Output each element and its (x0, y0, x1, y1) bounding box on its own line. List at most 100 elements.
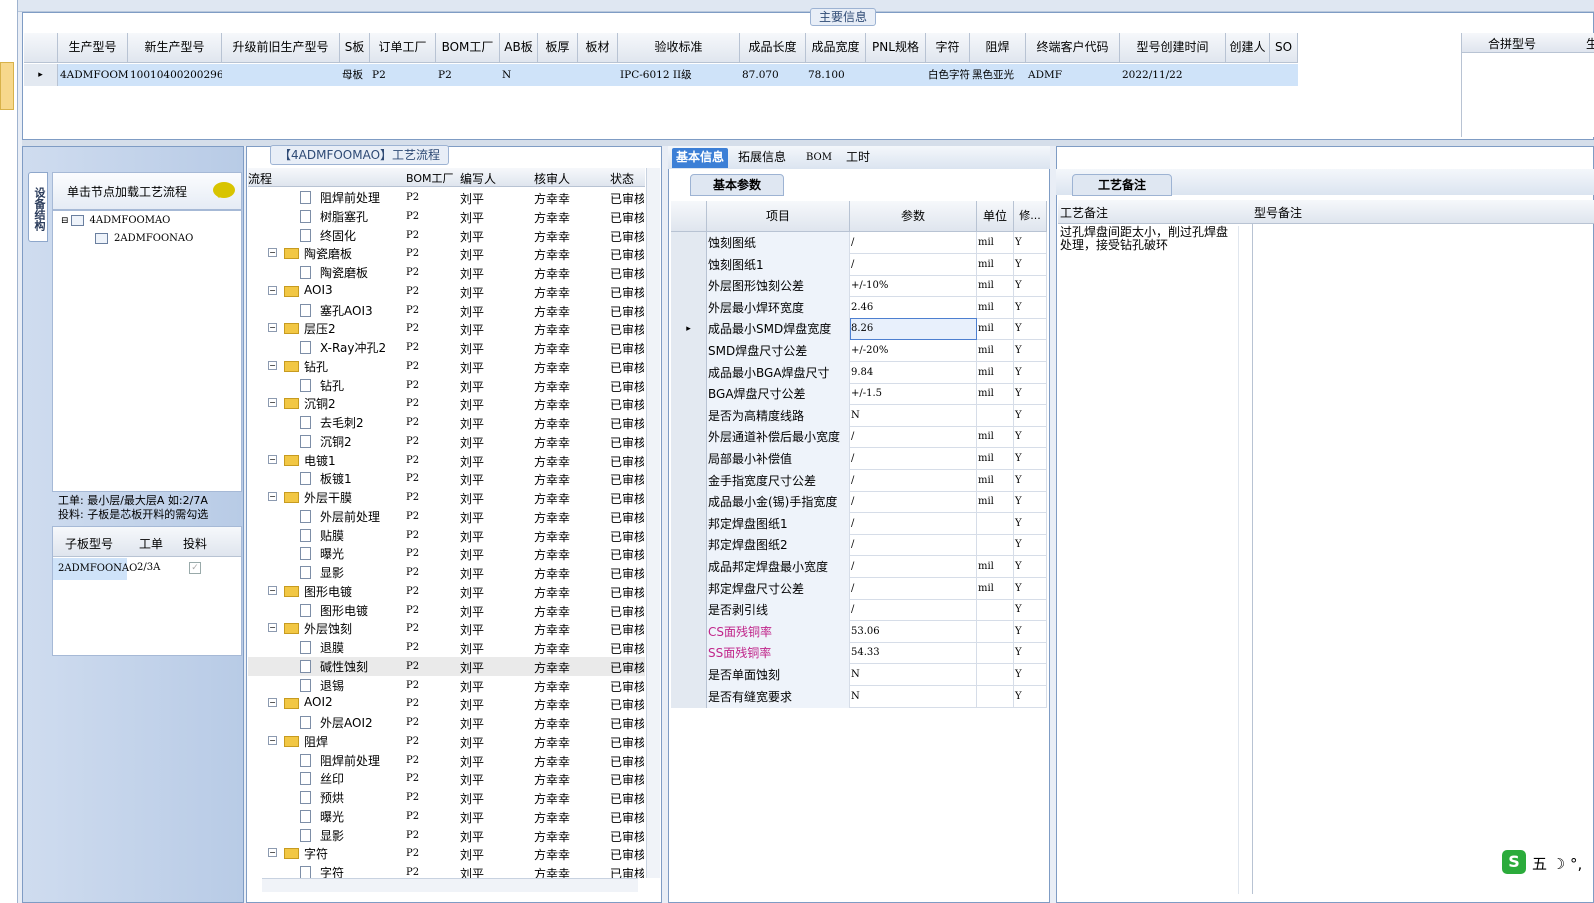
col-header-9[interactable]: 验收标准 (618, 33, 740, 63)
flow-row[interactable]: 外层前处理 P2 刘平 方幸幸 已审核 (248, 507, 645, 526)
param-row[interactable]: 蚀刻图纸1/mil Y (671, 253, 1047, 276)
cell-18[interactable] (1270, 64, 1298, 86)
cell-2[interactable] (222, 64, 340, 86)
tab-bom[interactable]: BOM (802, 148, 836, 168)
collapse-toggle-icon[interactable]: − (268, 492, 277, 501)
row-selector[interactable] (671, 664, 707, 686)
param-value[interactable]: +/-1.5 (850, 383, 977, 406)
collapse-toggle-icon[interactable]: − (268, 848, 277, 858)
col-header-14[interactable]: 阻焊 (970, 33, 1026, 63)
flow-row[interactable]: 树脂塞孔 P2 刘平 方幸幸 已审核 (248, 207, 645, 226)
param-row[interactable]: 金手指宽度尺寸公差 / mil Y (671, 469, 1047, 492)
cell-9[interactable]: IPC-6012 II级 (618, 64, 740, 86)
param-row[interactable]: 成品邦定焊盘最小宽度 / mil Y (671, 556, 1047, 578)
flow-row[interactable]: 阻焊前处理 P2 刘平 方幸幸 已审核 (248, 751, 645, 770)
param-row[interactable]: 局部最小补偿值 / mil Y (671, 448, 1047, 470)
flow-row[interactable]: 退锡 P2 刘平 方幸幸 已审核 (248, 676, 645, 695)
row-selector[interactable] (671, 404, 707, 427)
flow-row[interactable]: 陶瓷磨板 P2 刘平 方幸幸 已审核 (248, 263, 645, 282)
collapse-toggle-icon[interactable]: − (268, 585, 277, 595)
row-selector[interactable] (671, 534, 707, 557)
flow-row[interactable]: 外层AOI2 P2 刘平 方幸幸 已审核 (248, 713, 645, 732)
flow-row[interactable]: 钻孔 P2 刘平 方幸幸 已审核 (248, 376, 645, 395)
equipment-structure-tab[interactable]: 设备结构 (28, 172, 48, 242)
collapse-toggle-icon[interactable]: − (268, 698, 277, 708)
param-row[interactable]: 是否为高精度线路 N Y (671, 404, 1047, 427)
col-header-4[interactable]: 订单工厂 (370, 33, 436, 63)
flow-row[interactable]: − AOI3 P2 刘平 方幸幸 已审核 (248, 282, 645, 301)
col-header-0[interactable]: 生产型号 (58, 33, 128, 63)
col-header-16[interactable]: 型号创建时间 (1120, 33, 1226, 63)
cell-4[interactable]: P2 (370, 64, 436, 86)
param-row[interactable]: 是否剥引线 / Y (671, 599, 1047, 622)
param-value[interactable]: / (850, 534, 977, 557)
row-selector[interactable] (671, 642, 707, 665)
param-row[interactable]: 是否有缝宽要求 N Y (671, 685, 1047, 708)
col-header-15[interactable]: 终端客户代码 (1026, 33, 1120, 63)
flow-row[interactable]: − AOI2 P2 刘平 方幸幸 已审核 (248, 694, 645, 713)
flow-row[interactable]: 图形电镀 P2 刘平 方幸幸 已审核 (248, 601, 645, 620)
cell-12[interactable] (866, 64, 926, 86)
row-selector[interactable]: ▸ (671, 318, 707, 341)
row-selector[interactable] (671, 469, 707, 492)
row-selector[interactable] (671, 599, 707, 622)
flow-row[interactable]: 曝光 P2 刘平 方幸幸 已审核 (248, 807, 645, 826)
param-value[interactable]: / (850, 448, 977, 470)
collapse-toggle-icon[interactable]: − (268, 285, 277, 295)
flow-row[interactable]: 去毛刺2 P2 刘平 方幸幸 已审核 (248, 413, 645, 432)
flow-row[interactable]: 板镀1 P2 刘平 方幸幸 已审核 (248, 469, 645, 488)
flow-row[interactable]: − 陶瓷磨板 P2 刘平 方幸幸 已审核 (248, 244, 645, 263)
param-row[interactable]: 邦定焊盘图纸1/ Y (671, 512, 1047, 535)
row-selector[interactable] (671, 426, 707, 449)
param-row[interactable]: CS面残铜率 53.06 Y (671, 620, 1047, 643)
cell-3[interactable]: 母板 (340, 64, 370, 86)
flow-row[interactable]: − 外层干膜 P2 刘平 方幸幸 已审核 (248, 488, 645, 507)
cell-0[interactable]: 4ADMFOOMAO (58, 64, 128, 86)
row-selector[interactable] (671, 577, 707, 600)
cell-6[interactable]: N (500, 64, 538, 86)
flow-row[interactable]: − 图形电镀 P2 刘平 方幸幸 已审核 (248, 582, 645, 601)
param-row[interactable]: SMD焊盘尺寸公差 +/-20% mil Y (671, 340, 1047, 362)
cell-11[interactable]: 78.100 (806, 64, 866, 86)
param-value[interactable]: N (850, 404, 977, 427)
flow-row[interactable]: − 外层蚀刻 P2 刘平 方幸幸 已审核 (248, 619, 645, 638)
cell-5[interactable]: P2 (436, 64, 500, 86)
param-value[interactable]: / (850, 512, 977, 535)
feed-checkbox[interactable]: ✓ (189, 562, 201, 574)
flow-horizontal-scrollbar[interactable] (262, 878, 638, 892)
param-value[interactable]: 53.06 (850, 620, 977, 643)
param-row[interactable]: 外层最小焊环宽度 2.46 mil Y (671, 296, 1047, 319)
flow-row[interactable]: 曝光 P2 刘平 方幸幸 已审核 (248, 544, 645, 563)
param-value[interactable]: / (850, 491, 977, 514)
col-header-11[interactable]: 成品宽度 (806, 33, 866, 63)
tree-node-child[interactable]: 2ADMFOONAO (95, 233, 193, 244)
flow-row[interactable]: 显影 P2 刘平 方幸幸 已审核 (248, 826, 645, 845)
flow-row[interactable]: 沉铜2 P2 刘平 方幸幸 已审核 (248, 432, 645, 451)
row-selector[interactable] (671, 620, 707, 643)
row-selector[interactable] (671, 361, 707, 384)
row-selector[interactable] (671, 512, 707, 535)
ime-toolbar[interactable]: S 五 ☽ °, (1502, 850, 1594, 878)
cell-16[interactable]: 2022/11/22 (1120, 64, 1226, 86)
param-row[interactable]: 成品最小BGA焊盘尺寸 9.84 mil Y (671, 361, 1047, 384)
tree-node-root[interactable]: ⊟ 4ADMFOOMAO (61, 215, 170, 226)
param-value[interactable]: N (850, 664, 977, 686)
process-remark-text[interactable]: 过孔焊盘间距太小，削过孔焊盘处理，接受钻孔破环 (1060, 226, 1246, 876)
tab-work-hours[interactable]: 工时 (842, 148, 874, 168)
collapse-toggle-icon[interactable]: − (268, 360, 277, 370)
flow-row[interactable]: 预烘 P2 刘平 方幸幸 已审核 (248, 788, 645, 807)
col-header-2[interactable]: 升级前旧生产型号 (222, 33, 340, 63)
cell-10[interactable]: 87.070 (740, 64, 806, 86)
collapse-toggle-icon[interactable]: − (268, 735, 277, 745)
cell-17[interactable] (1226, 64, 1270, 86)
flow-row[interactable]: − 阻焊 P2 刘平 方幸幸 已审核 (248, 732, 645, 751)
flow-row[interactable]: 显影 P2 刘平 方幸幸 已审核 (248, 563, 645, 582)
param-row[interactable]: BGA焊盘尺寸公差 +/-1.5 mil Y (671, 383, 1047, 406)
row-selector[interactable] (671, 232, 707, 254)
flow-row[interactable]: 阻焊前处理 P2 刘平 方幸幸 已审核 (248, 188, 645, 207)
param-value[interactable]: 8.26 (850, 318, 977, 341)
param-value[interactable]: +/-20% (850, 340, 977, 362)
param-value[interactable]: / (850, 253, 977, 276)
row-selector[interactable] (671, 556, 707, 578)
row-selector[interactable] (671, 383, 707, 406)
